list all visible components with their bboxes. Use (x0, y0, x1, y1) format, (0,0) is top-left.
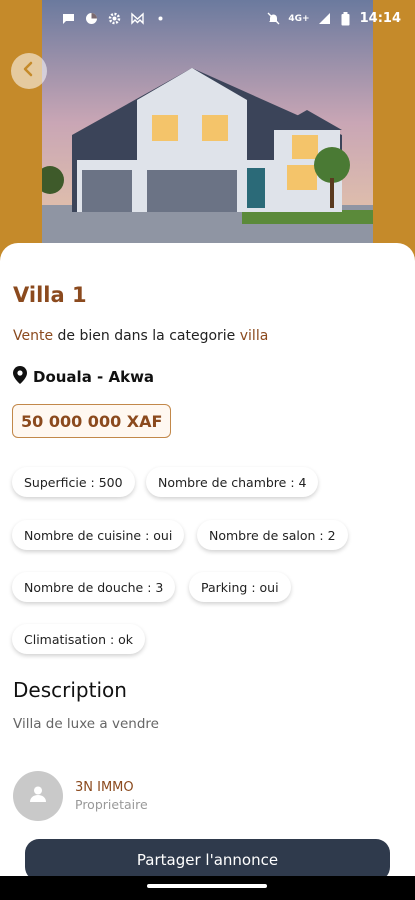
price-badge: 50 000 000 XAF (12, 404, 172, 438)
feature-chip: Nombre de douche : 3 (12, 572, 176, 602)
dot-icon (154, 12, 167, 25)
back-button[interactable] (11, 53, 47, 89)
feature-chip: Superficie : 500 (12, 467, 135, 497)
system-nav-bar (0, 876, 415, 900)
pie-icon (85, 12, 98, 25)
listing-category: Vente de bien dans la categorie villa (13, 328, 268, 344)
category-text: de bien dans la categorie (53, 328, 240, 344)
listing-location: Douala - Akwa (13, 366, 154, 388)
feature-chip: Nombre de cuisine : oui (12, 520, 185, 550)
signal-icon (318, 12, 331, 25)
person-icon (28, 784, 48, 808)
mute-icon (267, 12, 280, 25)
chevron-left-icon (21, 61, 37, 81)
owner-role: Proprietaire (75, 797, 148, 812)
description-text: Villa de luxe a vendre (13, 716, 159, 732)
network-type: 4G+ (288, 13, 310, 24)
feature-chip: Climatisation : ok (12, 624, 146, 654)
category-prefix: Vente (13, 328, 54, 344)
hero-section: 4G+ 14:14 (0, 0, 415, 268)
share-listing-button[interactable]: Partager l'annonce (25, 839, 390, 881)
avatar[interactable] (13, 771, 63, 821)
owner-name[interactable]: 3N IMMO (75, 780, 134, 795)
status-bar: 4G+ 14:14 (0, 0, 415, 40)
chat-bubble-icon (62, 12, 75, 25)
gesture-handle[interactable] (147, 884, 267, 888)
feature-chip: Parking : oui (189, 572, 291, 602)
status-time: 14:14 (359, 11, 401, 26)
feature-chip: Nombre de chambre : 4 (146, 467, 319, 497)
description-heading: Description (13, 678, 127, 702)
location-text: Douala - Akwa (33, 368, 155, 386)
gear-icon (108, 12, 121, 25)
listing-title: Villa 1 (13, 283, 87, 307)
feature-chip: Nombre de salon : 2 (197, 520, 348, 550)
mail-icon (131, 12, 144, 25)
battery-icon (339, 11, 352, 25)
location-pin-icon (13, 366, 27, 388)
category-value: villa (239, 328, 269, 344)
